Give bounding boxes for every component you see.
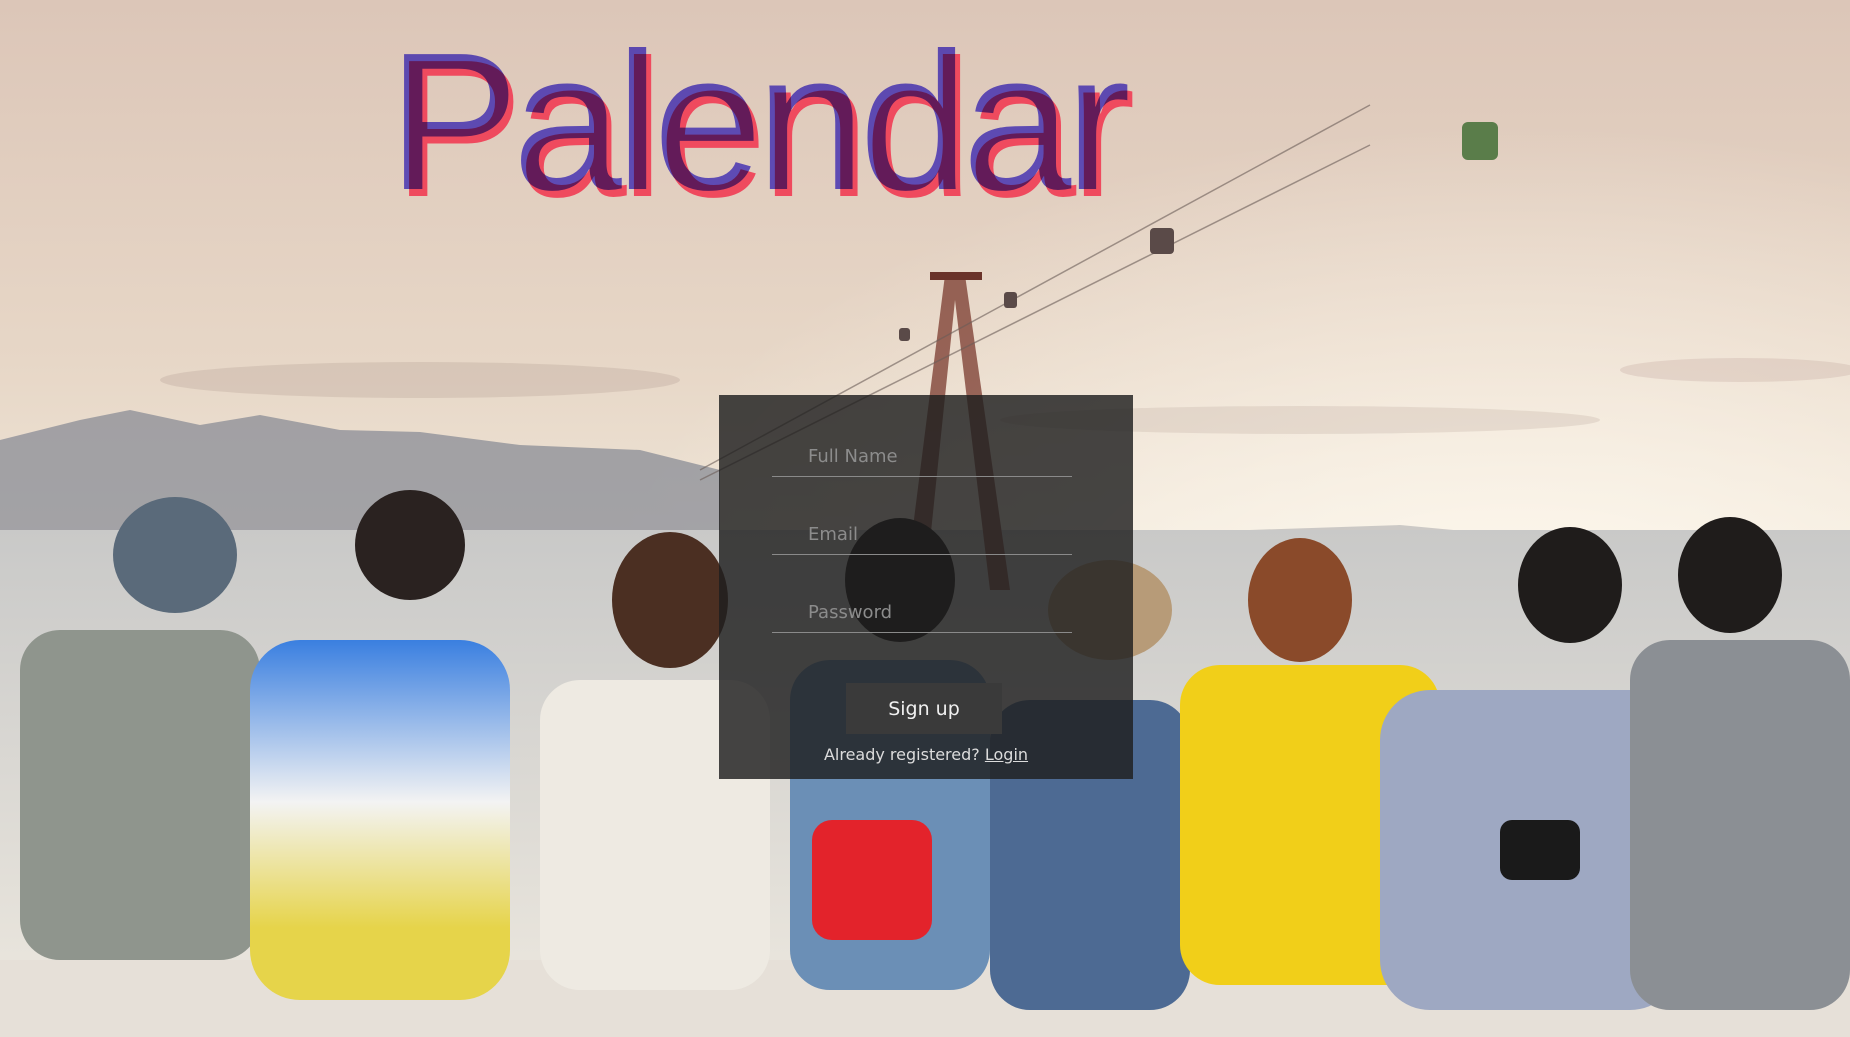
login-link[interactable]: Login [985, 745, 1028, 764]
app-logo: Palendar Palendar [388, 12, 1188, 231]
login-prompt: Already registered? Login [719, 745, 1133, 764]
signup-panel: Sign up Already registered? Login [719, 395, 1133, 779]
logo-text: Palendar [388, 12, 1131, 231]
full-name-input[interactable] [772, 437, 1072, 477]
signup-button[interactable]: Sign up [846, 683, 1002, 734]
password-input[interactable] [772, 593, 1072, 633]
email-input[interactable] [772, 515, 1072, 555]
already-registered-text: Already registered? [823, 745, 985, 764]
